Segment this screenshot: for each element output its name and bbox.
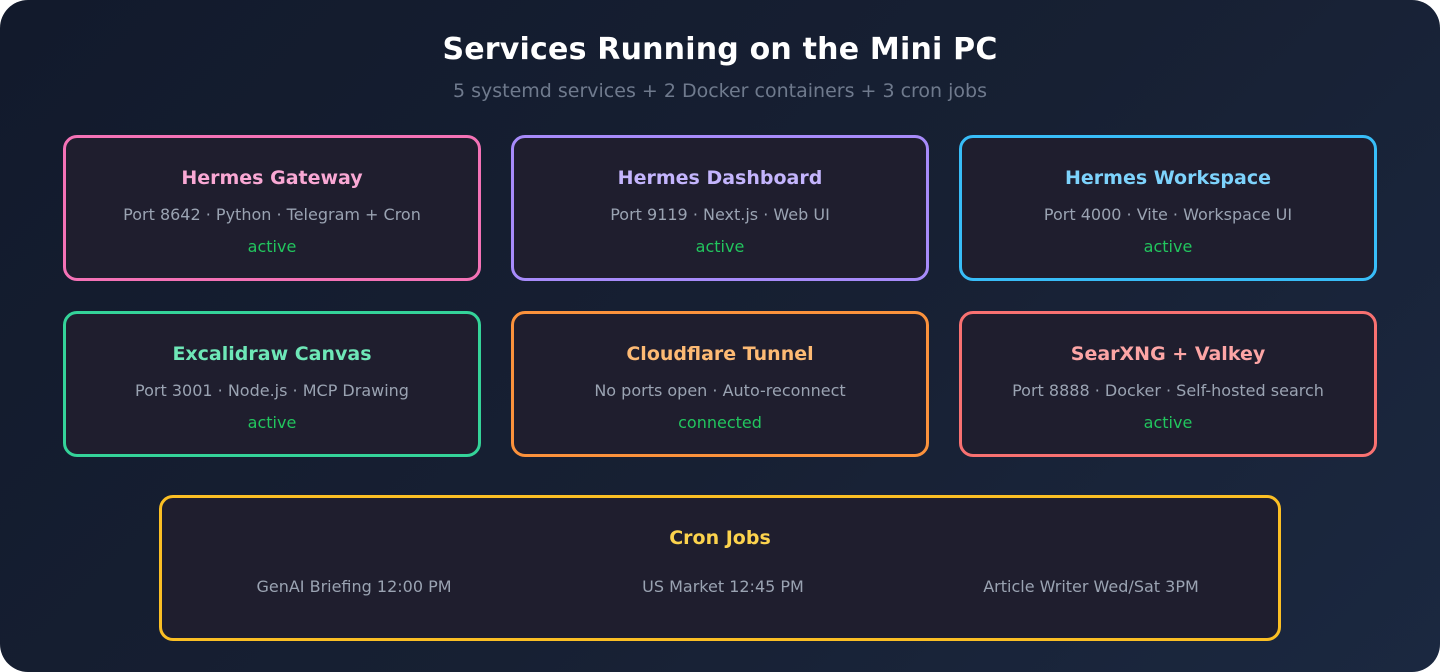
service-name: SearXNG + Valkey [1070,343,1266,365]
diagram-title: Services Running on the Mini PC [442,32,998,67]
diagram-panel: Services Running on the Mini PC 5 system… [0,0,1440,672]
service-name: Excalidraw Canvas [172,343,372,365]
service-card-searxng-valkey: SearXNG + Valkey Port 8888 · Docker · Se… [959,311,1377,457]
service-card-hermes-gateway: Hermes Gateway Port 8642 · Python · Tele… [63,135,481,281]
service-name: Hermes Gateway [181,167,363,189]
service-card-excalidraw-canvas: Excalidraw Canvas Port 3001 · Node.js · … [63,311,481,457]
cron-job-item: Article Writer Wed/Sat 3PM [983,577,1199,596]
service-status: active [247,413,297,432]
service-details: No ports open · Auto-reconnect [594,381,846,400]
service-card-hermes-dashboard: Hermes Dashboard Port 9119 · Next.js · W… [511,135,929,281]
cron-job-item: GenAI Briefing 12:00 PM [256,577,452,596]
cron-jobs-card: Cron Jobs GenAI Briefing 12:00 PM US Mar… [159,495,1281,641]
service-name: Cloudflare Tunnel [626,343,814,365]
service-details: Port 9119 · Next.js · Web UI [610,205,830,224]
service-details: Port 8642 · Python · Telegram + Cron [123,205,421,224]
diagram-subtitle: 5 systemd services + 2 Docker containers… [452,80,988,102]
service-card-hermes-workspace: Hermes Workspace Port 4000 · Vite · Work… [959,135,1377,281]
service-name: Hermes Workspace [1065,167,1271,189]
service-card-cloudflare-tunnel: Cloudflare Tunnel No ports open · Auto-r… [511,311,929,457]
service-status: connected [678,413,762,432]
service-details: Port 3001 · Node.js · MCP Drawing [135,381,409,400]
service-status: active [695,237,745,256]
service-details: Port 4000 · Vite · Workspace UI [1043,205,1293,224]
cron-jobs-title: Cron Jobs [669,527,771,549]
service-details: Port 8888 · Docker · Self-hosted search [1012,381,1324,400]
service-status: active [1143,413,1193,432]
service-status: active [247,237,297,256]
service-status: active [1143,237,1193,256]
service-name: Hermes Dashboard [617,167,823,189]
cron-job-item: US Market 12:45 PM [642,577,804,596]
